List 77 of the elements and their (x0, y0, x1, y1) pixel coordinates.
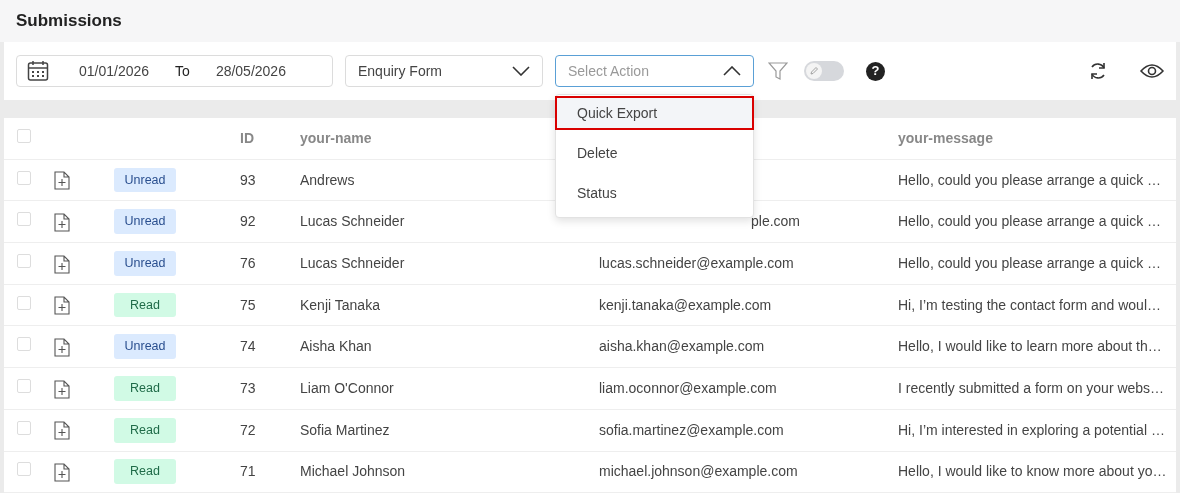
date-to: 28/05/2026 (215, 61, 286, 81)
checkbox[interactable] (17, 128, 31, 143)
file-plus-icon[interactable] (54, 338, 70, 358)
table-cell: I recently submitted a form on your webs… (898, 379, 1165, 396)
checkbox[interactable] (17, 170, 31, 185)
table-cell: Hi, I’m interested in exploring a potential … (898, 421, 1165, 438)
table-cell: Hello, could you please arrange a quick … (898, 171, 1162, 188)
edit-toggle[interactable] (804, 61, 844, 81)
status-badge: Unread (114, 334, 176, 360)
table-cell-text: 73 (240, 378, 257, 398)
file-plus-icon[interactable] (54, 421, 70, 441)
table-cell-text: 72 (240, 420, 257, 440)
table-cell: Hello, could you please arrange a quick … (898, 254, 1162, 271)
form-select[interactable]: Enquiry Form (345, 55, 543, 87)
calendar-icon (27, 60, 49, 82)
refresh-icon[interactable] (1088, 61, 1108, 81)
table-cell: Hello, I would like to learn more about th… (898, 338, 1162, 355)
status-badge: Unread (114, 167, 176, 193)
status-badge: Read (114, 459, 176, 485)
eye-icon[interactable] (1140, 63, 1164, 79)
date-range-field[interactable]: 01/01/2026 To 28/05/2026 (16, 55, 333, 87)
table-cell-text: Lucas Schneider (300, 253, 406, 273)
table-cell-text: Sofia Martinez (300, 420, 391, 440)
checkbox[interactable] (17, 337, 31, 352)
chevron-down-icon (512, 66, 530, 76)
status-badge: Read (114, 417, 176, 443)
table-cell-text: 76 (240, 253, 257, 273)
table-cell: Hello, could you please arrange a quick … (898, 213, 1162, 230)
table-cell: Hello, I would like to know more about yo… (898, 463, 1167, 480)
table-cell-text: 92 (240, 212, 257, 232)
table-cell-text: Andrews (300, 170, 356, 190)
column-header: your-name (300, 128, 373, 148)
checkbox[interactable] (17, 295, 31, 310)
column-header: your-message (898, 128, 994, 148)
date-from: 01/01/2026 (79, 61, 150, 81)
table-cell: aisha.khan@example.com (599, 338, 765, 355)
checkbox[interactable] (17, 462, 31, 477)
checkbox[interactable] (17, 378, 31, 393)
help-button[interactable]: ? (866, 61, 885, 81)
pencil-icon (809, 66, 819, 76)
table-cell-text: Michael Johnson (300, 462, 407, 482)
checkbox[interactable] (17, 253, 31, 268)
menu-item[interactable]: Delete (555, 136, 754, 170)
checkbox[interactable] (17, 212, 31, 227)
file-plus-icon[interactable] (54, 213, 70, 232)
file-plus-icon[interactable] (54, 254, 70, 274)
table-cell-text: Aisha Khan (300, 337, 373, 357)
checkbox[interactable] (17, 420, 31, 435)
status-badge: Unread (114, 209, 176, 235)
table-cell: kenji.tanaka@example.com (599, 296, 772, 313)
table-cell-text: Liam O'Connor (300, 378, 395, 398)
table-cell-text: Kenji Tanaka (300, 295, 381, 315)
page-title: Submissions (16, 11, 123, 32)
menu-item[interactable]: Quick Export (555, 96, 754, 130)
status-badge: Unread (114, 251, 176, 276)
table-cell: sofia.martinez@example.com (599, 421, 784, 438)
table-cell-text: Lucas Schneider (300, 212, 406, 232)
file-plus-icon[interactable] (54, 171, 70, 191)
table-cell: liam.oconnor@example.com (599, 379, 777, 396)
date-separator: To (175, 61, 190, 81)
status-badge: Read (114, 376, 176, 401)
table-cell-text: 75 (240, 295, 257, 315)
file-plus-icon[interactable] (54, 463, 70, 483)
menu-item[interactable]: Status (555, 176, 754, 210)
file-plus-icon[interactable] (54, 379, 70, 399)
table-cell-text: 93 (240, 170, 257, 190)
filter-icon[interactable] (768, 61, 788, 81)
column-header: ID (240, 128, 255, 148)
table-cell-text: 74 (240, 337, 257, 357)
chevron-up-icon (723, 66, 741, 76)
table-cell-text: 71 (240, 462, 257, 482)
table-cell: michael.johnson@example.com (599, 463, 798, 480)
status-badge: Read (114, 292, 176, 318)
table-cell-text: ple.com (750, 213, 801, 230)
table-cell: lucas.schneider@example.com (599, 254, 794, 271)
file-plus-icon[interactable] (54, 296, 70, 316)
table-cell: Hi, I’m testing the contact form and woul… (898, 296, 1161, 313)
